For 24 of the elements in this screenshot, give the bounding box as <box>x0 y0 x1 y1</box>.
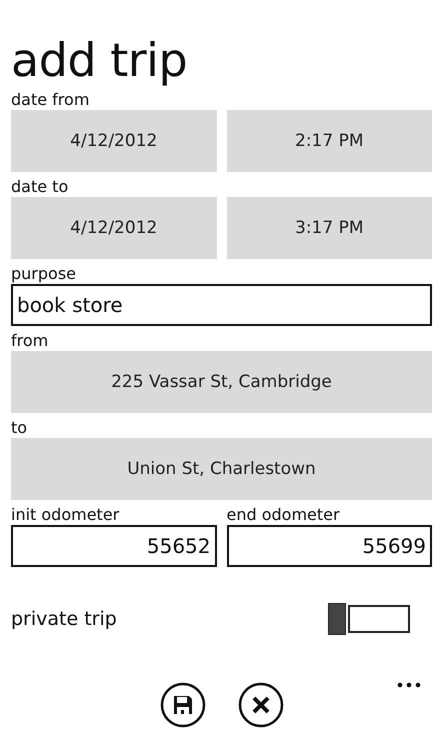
save-button[interactable] <box>160 682 206 728</box>
time-picker[interactable]: 2:17 PM <box>226 110 432 172</box>
field-label: purpose <box>11 264 77 284</box>
save-icon <box>160 682 206 728</box>
close-icon <box>238 682 284 728</box>
field-label: date to <box>11 177 70 197</box>
field-label: from <box>11 331 50 351</box>
odometer-field[interactable]: 55699 <box>226 525 432 567</box>
cancel-button[interactable] <box>238 682 284 728</box>
date-picker[interactable]: 4/12/2012 <box>11 110 216 172</box>
toggle-label: private trip <box>11 608 117 630</box>
field-label: end odometer <box>226 505 341 525</box>
odometer-field[interactable]: 55652 <box>11 525 216 567</box>
private-trip-toggle[interactable] <box>328 603 410 635</box>
date-picker[interactable]: 4/12/2012 <box>11 197 216 259</box>
page-title: add trip <box>11 34 188 86</box>
field-label: to <box>11 418 28 438</box>
field-label: date from <box>11 90 90 110</box>
time-picker[interactable]: 3:17 PM <box>226 197 432 259</box>
more-icon <box>397 682 421 688</box>
purpose-field[interactable]: book store <box>11 284 432 326</box>
address-picker[interactable]: 225 Vassar St, Cambridge <box>11 351 432 413</box>
address-picker[interactable]: Union St, Charlestown <box>11 438 432 500</box>
field-label: init odometer <box>11 505 120 525</box>
